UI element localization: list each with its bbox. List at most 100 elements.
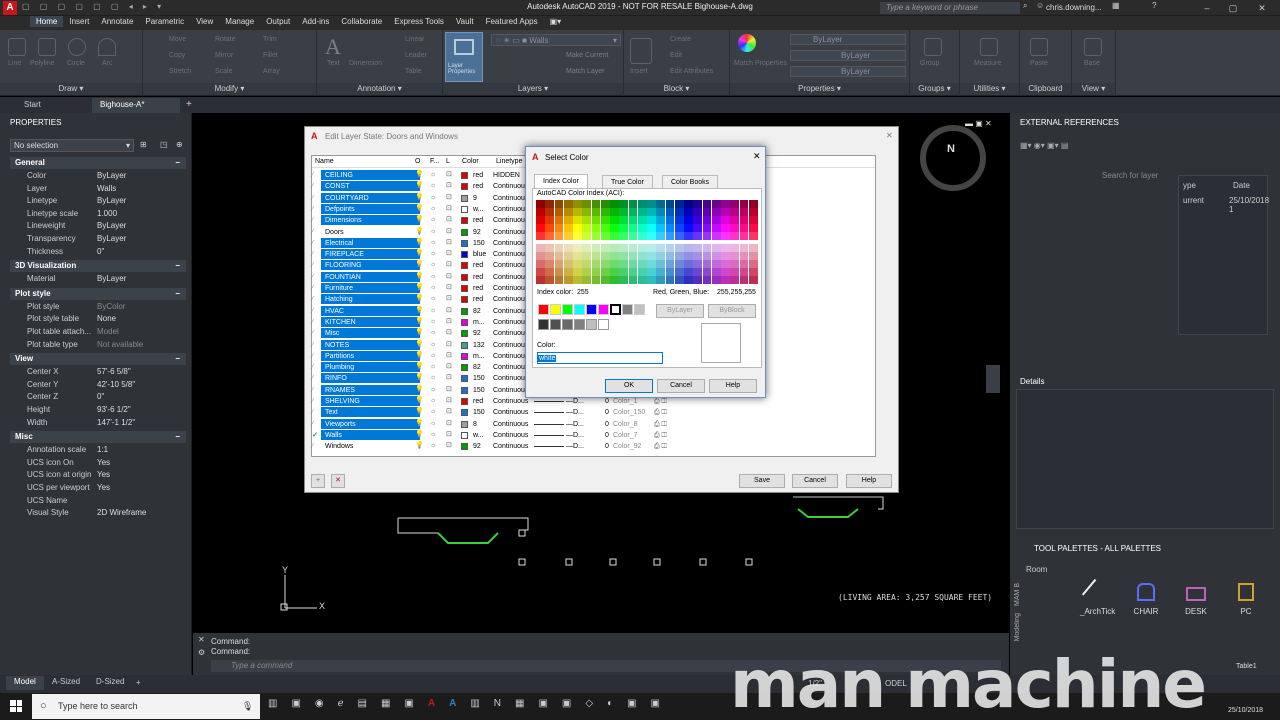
- aci-swatch[interactable]: [674, 276, 684, 284]
- aci-swatch[interactable]: [721, 200, 730, 208]
- create-block[interactable]: Create: [670, 36, 691, 43]
- aci-swatch[interactable]: [702, 224, 712, 232]
- aci-swatch[interactable]: [600, 232, 610, 240]
- aci-swatch[interactable]: [711, 224, 721, 232]
- select-objects-icon[interactable]: ◳: [160, 140, 168, 149]
- match-layer-button[interactable]: Match Layer: [566, 68, 605, 75]
- aci-swatch[interactable]: [684, 200, 693, 208]
- lock-icon[interactable]: ⊡: [446, 386, 453, 394]
- aci-swatch[interactable]: [573, 232, 582, 240]
- color-swatch[interactable]: [461, 375, 468, 383]
- aci-swatch[interactable]: [656, 208, 665, 216]
- color-swatch[interactable]: [461, 364, 468, 372]
- aci-swatch[interactable]: [721, 208, 730, 216]
- aci-swatch[interactable]: [554, 244, 564, 252]
- aci-swatch[interactable]: [656, 244, 665, 252]
- color-swatch[interactable]: [461, 205, 468, 213]
- aci-swatch[interactable]: [665, 232, 675, 240]
- color-swatch[interactable]: [461, 398, 468, 405]
- layer-row[interactable]: Text 💡 ☼ ⊡ 150 Continuous —D... 0 Color_150 ⎙ ◫ ⁄: [312, 407, 872, 418]
- aci-swatch[interactable]: [721, 216, 730, 224]
- standard-color-swatch[interactable]: [550, 304, 561, 315]
- sun-icon[interactable]: ☼: [430, 431, 437, 439]
- aci-swatch[interactable]: [748, 216, 758, 224]
- bulb-icon[interactable]: 💡: [415, 329, 424, 337]
- aci-swatch[interactable]: [582, 244, 591, 252]
- aci-swatch[interactable]: [582, 268, 591, 276]
- plot-icon[interactable]: ⎙ ◫: [654, 430, 667, 441]
- aci-swatch[interactable]: [693, 276, 702, 284]
- make-current-button[interactable]: Make Current: [566, 52, 608, 59]
- aci-swatch[interactable]: [684, 276, 693, 284]
- aci-swatch[interactable]: [628, 268, 638, 276]
- aci-swatch[interactable]: [573, 276, 582, 284]
- aci-swatch[interactable]: [545, 276, 554, 284]
- collapse-icon[interactable]: –: [176, 260, 180, 272]
- layer-row[interactable]: Viewports 💡 ☼ ⊡ 8 Continuous —D... 0 Color_8 ⎙ ◫ ⁄: [312, 418, 872, 430]
- aci-swatch[interactable]: [582, 216, 591, 224]
- bulb-icon[interactable]: 💡: [415, 228, 424, 236]
- section-general[interactable]: General –: [10, 157, 186, 169]
- aci-swatch[interactable]: [545, 244, 554, 252]
- bulb-icon[interactable]: 💡: [415, 397, 424, 405]
- layer-search-input[interactable]: Search for layer: [1102, 170, 1176, 181]
- aci-swatch[interactable]: [619, 252, 628, 260]
- aci-swatch[interactable]: [582, 252, 591, 260]
- scale-tool[interactable]: Scale: [215, 68, 233, 75]
- aci-swatch[interactable]: [674, 268, 684, 276]
- aci-swatch[interactable]: [647, 260, 656, 268]
- bulb-icon[interactable]: 💡: [415, 182, 424, 190]
- aci-swatch[interactable]: [610, 200, 619, 208]
- aci-swatch[interactable]: [628, 244, 638, 252]
- pickadd-icon[interactable]: ⊕: [176, 140, 183, 149]
- aci-swatch[interactable]: [637, 276, 647, 284]
- lock-icon[interactable]: ⊡: [446, 295, 453, 303]
- lock-icon[interactable]: ⊡: [446, 318, 453, 326]
- aci-swatch[interactable]: [582, 200, 591, 208]
- lock-icon[interactable]: ⊡: [446, 239, 453, 247]
- tab-true-color[interactable]: True Color: [602, 175, 653, 188]
- aci-swatch[interactable]: [554, 216, 564, 224]
- aci-swatch[interactable]: [684, 232, 693, 240]
- aci-swatch[interactable]: [730, 268, 739, 276]
- sun-icon[interactable]: ☼: [430, 307, 437, 315]
- edit-block[interactable]: Edit: [670, 52, 682, 59]
- aci-swatch[interactable]: [637, 260, 647, 268]
- aci-swatch[interactable]: [619, 208, 628, 216]
- aci-swatch[interactable]: [628, 232, 638, 240]
- edit-attributes[interactable]: Edit Attributes: [670, 68, 713, 75]
- aci-swatch[interactable]: [554, 200, 564, 208]
- aci-palette-main[interactable]: [536, 200, 758, 240]
- aci-swatch[interactable]: [665, 276, 675, 284]
- new-state-button[interactable]: +: [311, 474, 325, 488]
- aci-swatch[interactable]: [536, 216, 545, 224]
- aci-swatch[interactable]: [684, 252, 693, 260]
- aci-swatch[interactable]: [591, 268, 601, 276]
- bulb-icon[interactable]: 💡: [415, 363, 424, 371]
- color-swatch[interactable]: [461, 386, 468, 394]
- aci-swatch[interactable]: [656, 216, 665, 224]
- color-swatch[interactable]: [461, 228, 468, 236]
- aci-swatch[interactable]: [647, 276, 656, 284]
- aci-swatch[interactable]: [637, 224, 647, 232]
- sun-icon[interactable]: ☼: [430, 341, 437, 349]
- aci-swatch[interactable]: [610, 276, 619, 284]
- aci-swatch[interactable]: [721, 276, 730, 284]
- column-linetype[interactable]: Linetype: [496, 156, 522, 168]
- line-icon[interactable]: [8, 38, 26, 56]
- aci-palette-light[interactable]: [536, 244, 758, 284]
- aci-swatch[interactable]: [730, 276, 739, 284]
- aci-swatch[interactable]: [693, 244, 702, 252]
- color-swatch[interactable]: [461, 420, 468, 428]
- help-icon[interactable]: ?: [1152, 1, 1156, 10]
- aci-swatch[interactable]: [656, 276, 665, 284]
- aci-swatch[interactable]: [693, 260, 702, 268]
- grip[interactable]: [653, 558, 661, 566]
- leader-tool[interactable]: Leader: [405, 52, 427, 59]
- panel-clipboard-label[interactable]: Clipboard: [1020, 83, 1071, 95]
- aci-swatch[interactable]: [545, 232, 554, 240]
- aci-swatch[interactable]: [748, 244, 758, 252]
- aci-swatch[interactable]: [647, 244, 656, 252]
- viewport-controls[interactable]: ▬ ▣ ✕: [965, 119, 992, 128]
- palette-side-tab[interactable]: MAM B: [1014, 583, 1021, 606]
